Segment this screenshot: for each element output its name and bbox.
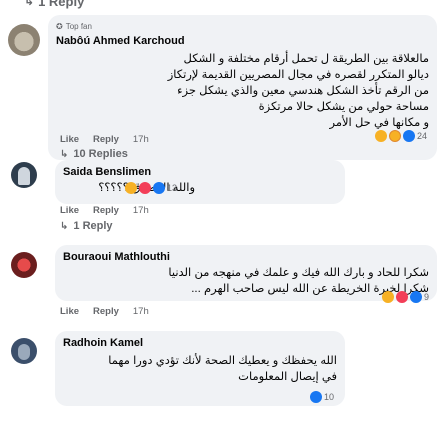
- reply-count-label: 1 Reply: [38, 0, 85, 9]
- like-link[interactable]: Like: [60, 306, 79, 317]
- comment-line: مساحة حولي من يشكل حالا مرتكزة: [258, 101, 429, 113]
- reply-arrow-icon: ↳: [24, 0, 35, 8]
- reaction-count: 24: [417, 131, 428, 141]
- reaction-summary[interactable]: 9: [382, 291, 429, 303]
- comment-line: ديالو المتكرر لقصره في مجال المصريين الق…: [167, 69, 429, 81]
- comment-line: من الرقم تأخذ الشكل هندسي معين والذي يشك…: [177, 85, 429, 97]
- like-reaction-icon: [310, 391, 322, 403]
- avatar[interactable]: [8, 24, 40, 56]
- timestamp[interactable]: 17h: [133, 134, 149, 145]
- commenter-name[interactable]: Bouraoui Mathlouthi: [63, 251, 170, 263]
- comment-actions: Like Reply 17h: [60, 306, 149, 317]
- top-fan-icon: ✪: [56, 22, 63, 31]
- comment-actions: Like Reply 17h: [60, 205, 149, 216]
- reaction-summary[interactable]: 24: [375, 130, 427, 142]
- comment-line: شكرا للحاد و بارك الله فيك و علمك في منه…: [168, 267, 429, 279]
- reply-link[interactable]: Reply: [93, 306, 119, 317]
- comment-line: و مكانها في حل الأمر: [329, 117, 429, 129]
- like-reaction-icon: [410, 291, 422, 303]
- commenter-name[interactable]: Radhoin Kamel: [63, 337, 143, 349]
- reply-link[interactable]: Reply: [93, 134, 119, 145]
- haha-reaction-icon: [375, 130, 387, 142]
- reaction-summary[interactable]: 13: [125, 182, 177, 194]
- reaction-count: 13: [167, 183, 178, 193]
- view-replies-link[interactable]: ↳ 1 Reply: [60, 220, 113, 232]
- heart-reaction-icon: [139, 182, 151, 194]
- badge-label: Top fan: [65, 22, 92, 31]
- comment-bubble: Radhoin Kamel الله يحفظك و يعطيك الصحة ل…: [55, 331, 345, 406]
- reaction-count: 9: [424, 292, 430, 302]
- replies-label: 10 Replies: [73, 148, 128, 160]
- replies-label: 1 Reply: [73, 220, 113, 232]
- reaction-count: 10: [324, 392, 335, 402]
- like-reaction-icon: [403, 130, 415, 142]
- top-fan-badge: ✪ Top fan: [56, 22, 92, 31]
- reply-link[interactable]: Reply: [93, 205, 119, 216]
- care-reaction-icon: [389, 130, 401, 142]
- view-reply-link[interactable]: ↳ 1 Reply: [24, 0, 84, 9]
- reply-arrow-icon: ↳: [60, 148, 69, 160]
- timestamp[interactable]: 17h: [133, 205, 149, 216]
- reply-arrow-icon: ↳: [60, 220, 69, 232]
- view-replies-link[interactable]: ↳ 10 Replies: [60, 148, 128, 160]
- comment-line: في إيصال المعلومات: [238, 371, 337, 383]
- comment-actions: Like Reply 17h: [60, 134, 149, 145]
- comment-bubble: Bouraoui Mathlouthi شكرا للحاد و بارك ال…: [55, 245, 437, 303]
- reaction-summary[interactable]: 10: [310, 391, 334, 403]
- like-link[interactable]: Like: [60, 205, 79, 216]
- timestamp[interactable]: 17h: [133, 306, 149, 317]
- like-reaction-icon: [153, 182, 165, 194]
- avatar[interactable]: [11, 338, 37, 364]
- comment-bubble: Saida Benslimen والله الا صدق ؟؟؟؟؟ 13: [55, 160, 345, 204]
- comment-line: مالعلاقة بين الطريقة ل تحمل أرقام مختلفة…: [183, 53, 429, 65]
- avatar[interactable]: [11, 162, 37, 188]
- heart-reaction-icon: [396, 291, 408, 303]
- comment-line: الله يحفظك و يعطيك الصحة لأنك تؤدي دورا …: [108, 355, 337, 367]
- commenter-name[interactable]: Saida Benslimen: [63, 166, 151, 178]
- haha-reaction-icon: [125, 182, 137, 194]
- like-link[interactable]: Like: [60, 134, 79, 145]
- commenter-name[interactable]: Nabôú Ahmed Karchoud: [56, 35, 185, 47]
- avatar[interactable]: [11, 252, 37, 278]
- haha-reaction-icon: [382, 291, 394, 303]
